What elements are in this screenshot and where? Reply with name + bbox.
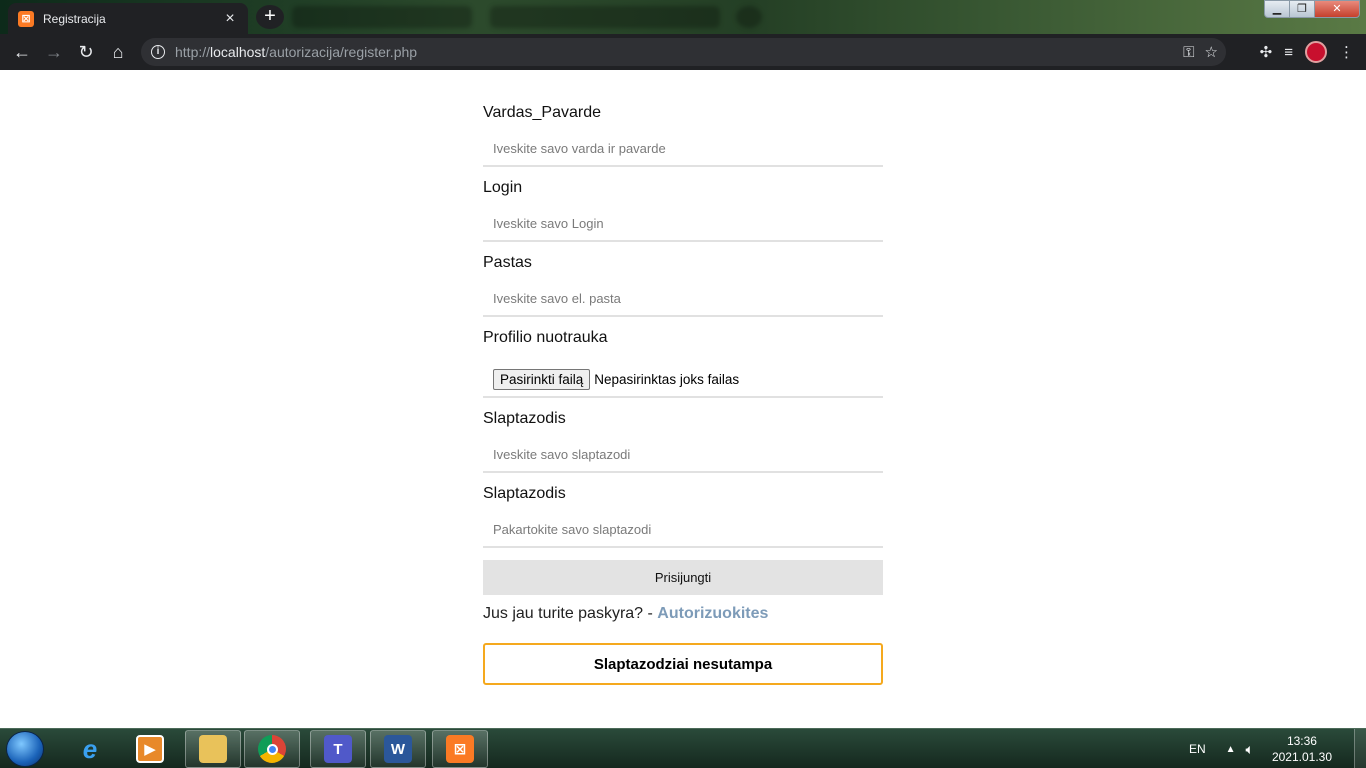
close-icon[interactable]: × [222, 10, 238, 27]
teams-glyph: T [324, 735, 352, 763]
window-close-icon[interactable]: ✕ [1314, 0, 1360, 18]
password-confirm-label: Slaptazodis [483, 485, 566, 502]
url-path: /autorizacija/register.php [265, 44, 418, 60]
tab-registracija[interactable]: ⊠ Registracija × [8, 3, 248, 34]
media-player-icon[interactable]: ▶ [122, 730, 178, 768]
name-label: Vardas_Pavarde [483, 104, 601, 121]
star-icon[interactable]: ☆ [1205, 43, 1218, 61]
volume-icon[interactable]: 🔈︎ [1246, 741, 1254, 758]
name-input[interactable] [483, 131, 883, 167]
tab-strip: ⊠ Registracija × + ▁ ❐ ✕ [0, 0, 1366, 34]
account-prompt: Jus jau turite paskyra? - Autorizuokites [483, 605, 768, 623]
ie-glyph: e [82, 733, 98, 764]
tab-title: Registracija [43, 11, 106, 26]
xampp-glyph: ⊠ [446, 735, 474, 763]
photo-label: Profilio nuotrauka [483, 329, 608, 346]
system-tray: EN ▲ 🔈︎ 13:36 2021.01.30 [1189, 729, 1366, 768]
media-playlist-icon[interactable]: ≡ [1284, 44, 1293, 61]
login-input[interactable] [483, 206, 883, 242]
clock-time: 13:36 [1286, 734, 1317, 748]
show-desktop-button[interactable] [1354, 729, 1366, 768]
media-glyph: ▶ [136, 735, 164, 763]
xampp-icon: ⊠ [18, 10, 34, 27]
chrome-icon[interactable] [244, 730, 300, 768]
password-input[interactable] [483, 437, 883, 473]
email-input[interactable] [483, 281, 883, 317]
word-glyph: W [384, 735, 412, 763]
password-label: Slaptazodis [483, 410, 566, 427]
account-text: Jus jau turite paskyra? - [483, 605, 658, 622]
start-button[interactable] [6, 731, 44, 767]
xampp-taskbar-icon[interactable]: ⊠ [432, 730, 488, 768]
reload-icon[interactable]: ↻ [70, 36, 102, 68]
taskbar: e ▶ T W ⊠ EN ▲ 🔈︎ 13:36 2021.01.30 [0, 728, 1366, 768]
info-icon[interactable]: i [151, 45, 165, 59]
key-icon[interactable]: ⚿ [1183, 44, 1194, 61]
menu-kebab-icon[interactable]: ⋮ [1339, 43, 1354, 61]
url-host: localhost [210, 44, 266, 60]
profile-avatar[interactable] [1305, 41, 1327, 63]
address-bar[interactable]: i http://localhost/autorizacija/register… [141, 38, 1226, 66]
background-tab[interactable] [490, 6, 720, 28]
page-content: Vardas_Pavarde Login Pastas Profilio nuo… [0, 70, 1366, 728]
home-icon[interactable]: ⌂ [102, 36, 134, 68]
word-icon[interactable]: W [370, 730, 426, 768]
clock-date: 2021.01.30 [1271, 750, 1332, 764]
back-arrow-icon[interactable]: ← [6, 36, 38, 68]
choose-file-button[interactable]: Pasirinkti failą [493, 368, 591, 390]
photo-file-input: Pasirinkti failą Nepasirinktas joks fail… [483, 362, 883, 398]
url-text[interactable]: http://localhost/autorizacija/register.p… [175, 44, 417, 60]
tray-expand-icon[interactable]: ▲ [1226, 744, 1236, 755]
file-status: Nepasirinktas joks failas [594, 371, 740, 387]
folder-glyph [199, 735, 227, 763]
login-link[interactable]: Autorizuokites [657, 605, 768, 622]
new-tab-button[interactable]: + [256, 5, 284, 29]
file-explorer-icon[interactable] [185, 730, 241, 768]
browser-toolbar: ← → ↻ ⌂ i http://localhost/autorizacija/… [0, 34, 1366, 70]
email-label: Pastas [483, 254, 532, 271]
internet-explorer-icon[interactable]: e [62, 730, 118, 768]
url-prefix: http:// [175, 44, 211, 60]
forward-arrow-icon[interactable]: → [38, 36, 70, 68]
background-tab[interactable] [292, 6, 472, 28]
background-tab-button[interactable] [736, 6, 762, 28]
chrome-glyph [258, 735, 286, 763]
minimize-icon[interactable]: ▁ [1264, 0, 1290, 18]
window-controls: ▁ ❐ ✕ [1264, 0, 1360, 18]
clock[interactable]: 13:36 2021.01.30 [1272, 733, 1332, 765]
login-label: Login [483, 179, 523, 196]
restore-icon[interactable]: ❐ [1289, 0, 1315, 18]
extensions-puzzle-icon[interactable]: ✣ [1260, 43, 1273, 61]
submit-button[interactable]: Prisijungti [483, 560, 883, 595]
password-confirm-input[interactable] [483, 512, 883, 548]
error-message: Slaptazodziai nesutampa [483, 643, 883, 685]
teams-icon[interactable]: T [310, 730, 366, 768]
language-indicator[interactable]: EN [1189, 742, 1206, 756]
